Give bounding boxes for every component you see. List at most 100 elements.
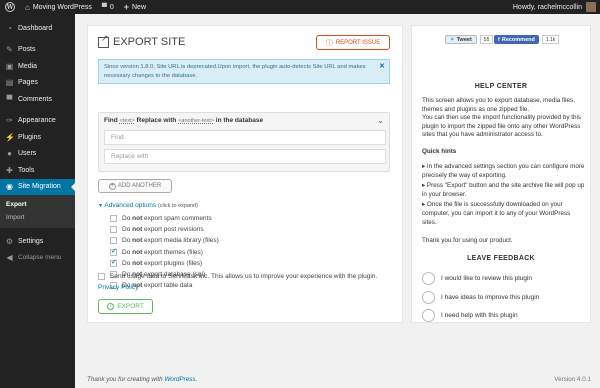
sidebar-item-site-migration[interactable]: ◉ Site Migration (0, 178, 75, 195)
option-themes[interactable]: Do not export themes (files) (110, 247, 219, 258)
usage-data-option[interactable]: Send usage data to ServMask Inc. This al… (98, 273, 377, 280)
advanced-options-toggle[interactable]: ▼ Advanced options (click to expand) (98, 202, 198, 209)
checkbox-checked[interactable] (110, 247, 117, 256)
option-label: export plugins (files) (144, 259, 203, 267)
sidebar-item-posts[interactable]: ✎ Posts (0, 42, 75, 59)
checkbox[interactable] (110, 215, 117, 223)
feedback-option-ideas[interactable]: I have ideas to improve this plugin (422, 291, 539, 304)
tweet-button[interactable]: ✦ Tweet (445, 35, 477, 44)
sidebar-item-label: Site Migration (18, 183, 61, 191)
warning-circle-icon: ⓘ (325, 39, 333, 47)
recommend-count: 1.1k (541, 35, 560, 44)
option-spam-comments[interactable]: Do not export spam comments (110, 213, 219, 224)
sidebar-item-label: Comments (18, 95, 52, 103)
comments-menu[interactable]: ▀ 0 (97, 0, 119, 14)
brush-icon: ✑ (6, 116, 13, 126)
not-word: not (132, 226, 143, 234)
privacy-policy-link[interactable]: Privacy Policy (98, 284, 138, 291)
option-label: export spam comments (144, 215, 212, 223)
chevron-down-icon[interactable]: ⌄ (377, 116, 384, 125)
submenu-item-export[interactable]: Export (0, 198, 75, 211)
sidebar-item-comments[interactable]: ▀ Comments (0, 91, 75, 108)
option-post-revisions[interactable]: Do not export post revisions (110, 224, 219, 235)
wp-logo-menu[interactable]: W (0, 0, 20, 14)
collapse-menu-button[interactable]: ◀ Collapse menu (0, 250, 75, 267)
not-word: not (132, 259, 143, 267)
comments-count: 0 (109, 3, 114, 11)
sidebar-item-tools[interactable]: ✚ Tools (0, 162, 75, 179)
site-migration-submenu: Export Import (0, 195, 75, 228)
hint-text: Once the file is successfully downloaded… (422, 201, 571, 226)
tweet-widget[interactable]: ✦ Tweet 55 (445, 35, 494, 44)
option-label: export post revisions (144, 226, 204, 234)
option-label: export themes (files) (144, 248, 203, 256)
sidebar-item-label: Users (18, 150, 37, 158)
home-icon: ⌂ (25, 2, 30, 12)
plug-icon: ⚡ (5, 132, 15, 142)
not-word: not (132, 237, 143, 245)
sidebar-item-label: Media (18, 62, 38, 70)
avatar (586, 2, 596, 12)
checkbox[interactable] (110, 226, 117, 234)
find-input-placeholder: Find (111, 134, 124, 141)
report-issue-label: REPORT ISSUE (335, 39, 381, 46)
recommend-button[interactable]: f Recommend (494, 35, 539, 44)
media-icon: ▣ (5, 61, 14, 71)
export-circle-icon: ↓ (107, 303, 115, 310)
option-plugins[interactable]: Do not export plugins (files) (110, 258, 219, 269)
option-label: export media library (files) (144, 237, 219, 245)
sidebar-item-label: Tools (18, 166, 35, 174)
wrench-icon: ✚ (6, 165, 13, 175)
howdy-text: Howdy, rachelmccollin (512, 3, 582, 11)
page-title: EXPORT SITE (98, 33, 186, 48)
sidebar-item-settings[interactable]: ⚙ Settings (0, 233, 75, 250)
do-word: Do (122, 226, 131, 234)
feedback-option-review[interactable]: I would like to review this plugin (422, 272, 532, 285)
site-name-menu[interactable]: ⌂ Moving WordPress (20, 0, 97, 14)
new-content-menu[interactable]: + New (119, 0, 151, 14)
export-label: EXPORT (117, 303, 144, 310)
comment-bubble-icon: ▀ (101, 3, 107, 11)
submenu-item-import[interactable]: Import (0, 211, 75, 224)
find-replace-title[interactable]: Find <text> Replace with <another-text> … (104, 117, 263, 124)
page-title-text: EXPORT SITE (113, 36, 186, 48)
export-button[interactable]: ↓ EXPORT (98, 299, 153, 314)
plus-circle-icon: + (108, 182, 116, 190)
sidebar-item-media[interactable]: ▣ Media (0, 58, 75, 75)
wordpress-link[interactable]: WordPress (164, 376, 195, 383)
feedback-option-label: I would like to review this plugin (441, 275, 533, 282)
radio-button[interactable] (422, 272, 435, 285)
hint-item: ▸ Press "Export" button and the site arc… (422, 182, 585, 198)
close-icon[interactable]: ✕ (379, 63, 385, 72)
export-icon (98, 33, 109, 48)
not-word: not (132, 248, 143, 256)
footer-thanks-text: Thank you for creating with (87, 376, 163, 383)
sidebar-item-users[interactable]: ● Users (0, 146, 75, 163)
radio-button[interactable] (422, 291, 435, 304)
checkbox-checked[interactable] (110, 258, 117, 267)
checkbox[interactable] (110, 237, 117, 245)
sidebar-item-dashboard[interactable]: ◔ Dashboard (0, 20, 75, 37)
account-menu[interactable]: Howdy, rachelmccollin (508, 0, 600, 14)
usage-checkbox[interactable] (98, 273, 105, 280)
radio-button[interactable] (422, 309, 435, 322)
find-replace-box: Find <text> Replace with <another-text> … (98, 112, 390, 172)
in-database-text: in the database (215, 117, 264, 124)
find-input[interactable]: Find (104, 130, 386, 145)
new-label: New (132, 3, 147, 11)
hint-item: ▸ Once the file is successfully download… (422, 201, 571, 226)
add-another-button[interactable]: + ADD ANOTHER (98, 179, 172, 193)
advanced-options-label: Advanced options (104, 202, 157, 209)
option-media-library[interactable]: Do not export media library (files) (110, 235, 219, 246)
hint-text: Press "Export" button and the site archi… (422, 182, 585, 198)
recommend-widget[interactable]: f Recommend 1.1k (494, 35, 560, 44)
sidebar-item-plugins[interactable]: ⚡ Plugins (0, 129, 75, 146)
footer-thanks: Thank you for creating with WordPress. (87, 376, 198, 383)
report-issue-button[interactable]: ⓘ REPORT ISSUE (316, 35, 390, 50)
replace-input[interactable]: Replace with (104, 149, 386, 164)
comments-icon: ▀ (6, 94, 13, 104)
feedback-option-help[interactable]: I need help with this plugin (422, 309, 518, 322)
footer-version: Version 4.0.1 (554, 376, 591, 383)
sidebar-item-appearance[interactable]: ✑ Appearance (0, 113, 75, 130)
sidebar-item-pages[interactable]: ▤ Pages (0, 75, 75, 92)
